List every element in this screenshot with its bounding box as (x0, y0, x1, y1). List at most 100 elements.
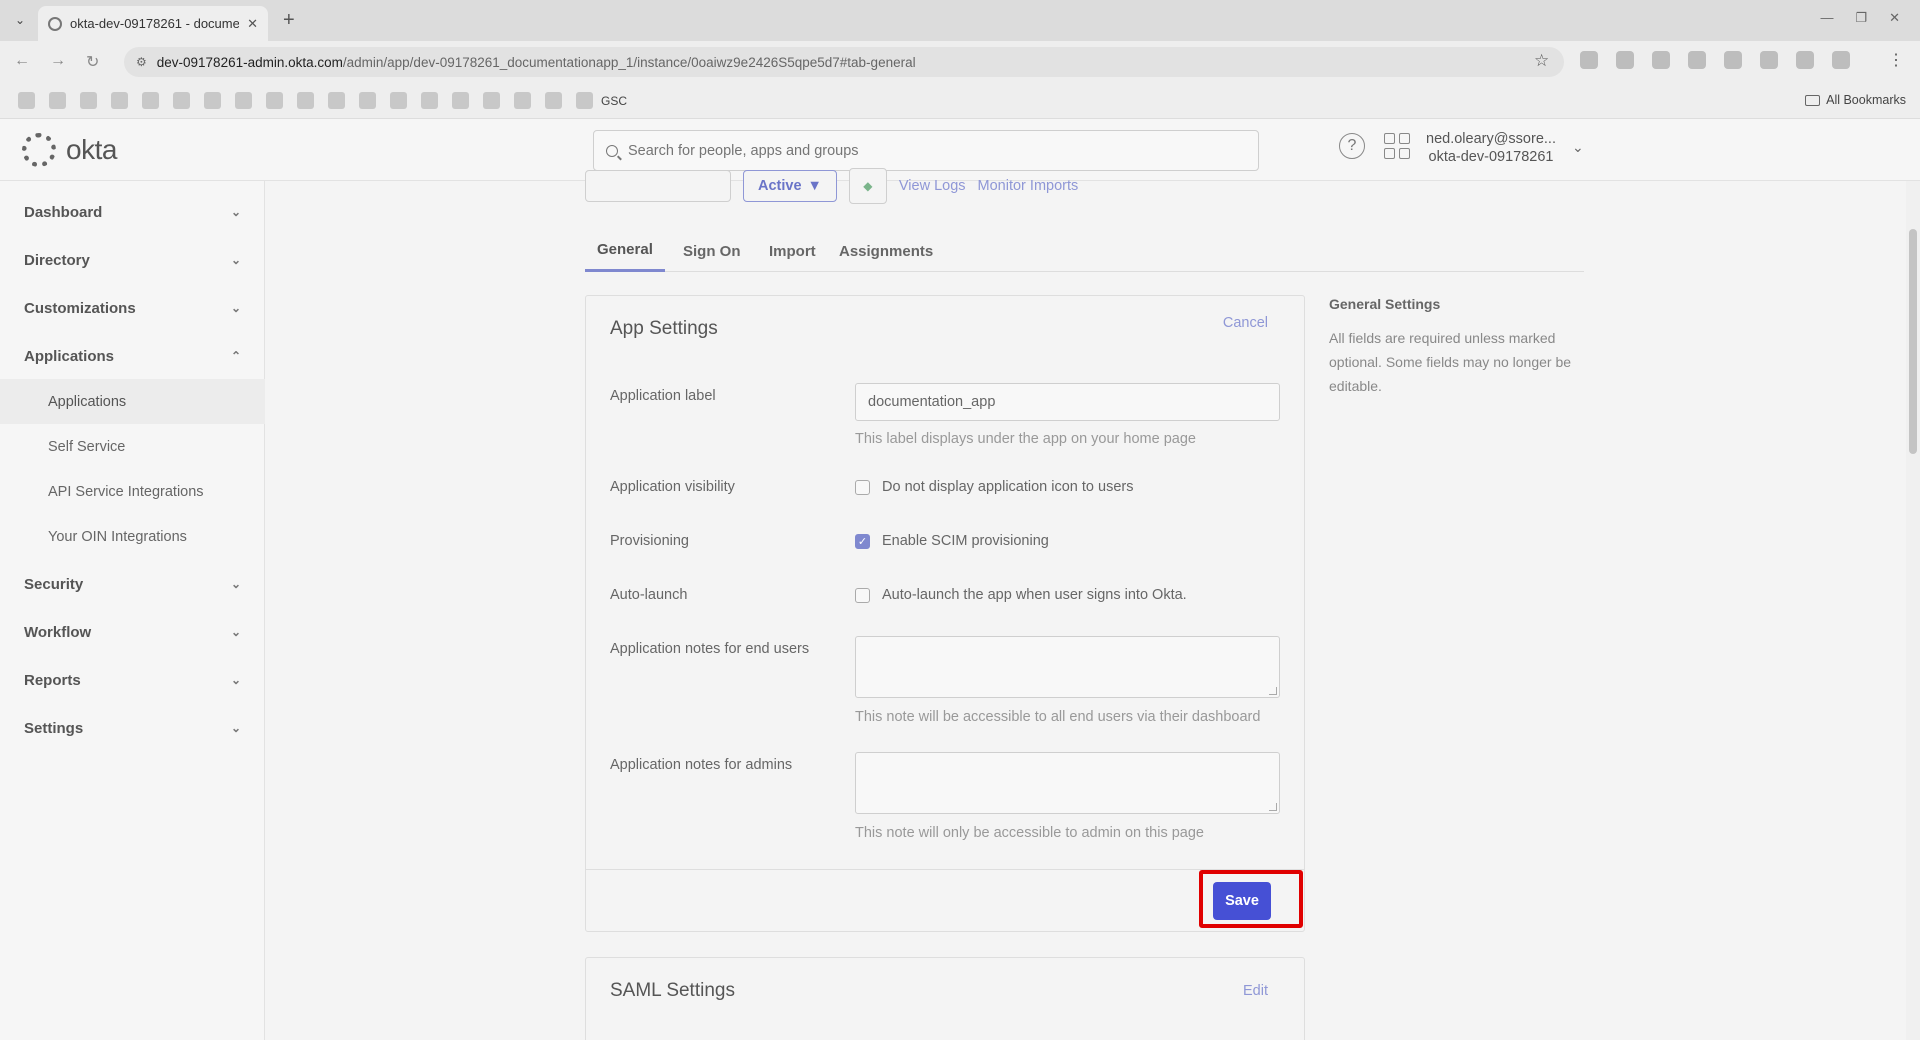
reload-icon[interactable]: ↻ (86, 52, 99, 72)
okta-logo[interactable]: okta (22, 133, 117, 167)
tab-general[interactable]: General (585, 230, 665, 272)
puzzle-icon[interactable] (1760, 51, 1778, 69)
bookmark-icon[interactable] (452, 92, 469, 109)
bookmark-icon[interactable] (173, 92, 190, 109)
help-title: General Settings (1329, 296, 1441, 312)
auto-launch-checkbox-row[interactable]: Auto-launch the app when user signs into… (855, 587, 1187, 603)
bookmark-gsc[interactable]: GSC (601, 94, 627, 108)
scrollbar-thumb[interactable] (1909, 229, 1917, 454)
application-label-hint: This label displays under the app on you… (855, 431, 1196, 447)
auto-launch-checkbox[interactable] (855, 587, 870, 603)
download-icon[interactable] (1796, 51, 1814, 69)
gsc-icon[interactable] (576, 92, 593, 109)
new-tab-icon[interactable]: + (283, 9, 295, 32)
monitor-imports-link[interactable]: Monitor Imports (978, 178, 1079, 194)
bookmark-icon[interactable] (297, 92, 314, 109)
bookmark-icon[interactable] (390, 92, 407, 109)
bookmark-icon[interactable] (204, 92, 221, 109)
gmail-icon[interactable] (328, 92, 345, 109)
provisioning-checkbox-row[interactable]: ✓ Enable SCIM provisioning (855, 533, 1049, 549)
caret-down-icon: ▼ (807, 178, 822, 194)
notes-end-users-label: Application notes for end users (610, 641, 810, 657)
bookmark-icon[interactable] (142, 92, 159, 109)
close-window-icon[interactable]: ✕ (1889, 10, 1900, 26)
bookmark-icon[interactable] (235, 92, 252, 109)
sidebar-item-settings[interactable]: Settings ⌄ (0, 704, 265, 752)
browser-menu-icon[interactable]: ⋮ (1888, 50, 1904, 70)
cancel-link[interactable]: Cancel (1223, 315, 1268, 331)
tab-search-icon[interactable]: ⌄ (10, 10, 30, 30)
help-icon[interactable]: ? (1339, 133, 1365, 159)
application-label-input[interactable]: documentation_app (855, 383, 1280, 421)
view-logs-link[interactable]: View Logs (899, 178, 966, 194)
bookmark-icon[interactable] (80, 92, 97, 109)
all-bookmarks[interactable]: All Bookmarks (1805, 93, 1906, 107)
minimize-icon[interactable]: — (1820, 10, 1833, 26)
search-input[interactable] (628, 142, 1228, 159)
notes-admins-textarea[interactable] (855, 752, 1280, 814)
status-dropdown[interactable]: Active ▼ (743, 170, 837, 202)
notes-end-users-textarea[interactable] (855, 636, 1280, 698)
site-info-icon[interactable]: ⚙ (136, 55, 147, 69)
tab-close-icon[interactable]: ✕ (247, 16, 258, 32)
sidebar-item-security[interactable]: Security ⌄ (0, 560, 265, 608)
sidebar-subitem-api-service-integrations[interactable]: API Service Integrations (0, 469, 265, 514)
provisioning-checkbox[interactable]: ✓ (855, 533, 870, 549)
sidebar-item-dashboard[interactable]: Dashboard ⌄ (0, 188, 265, 236)
user-email: ned.oleary@ssore... (1426, 131, 1556, 147)
sidebar-item-directory[interactable]: Directory ⌄ (0, 236, 265, 284)
back-icon[interactable]: ← (14, 52, 30, 70)
sidebar-subitem-self-service[interactable]: Self Service (0, 424, 265, 469)
github-icon[interactable] (359, 92, 376, 109)
chevron-down-icon[interactable]: ⌄ (1572, 139, 1584, 156)
saml-settings-panel: SAML Settings Edit (585, 957, 1305, 1040)
extension-icon[interactable] (1688, 51, 1706, 69)
extension-icon[interactable] (1652, 51, 1670, 69)
save-button[interactable]: Save (1213, 882, 1271, 920)
bookmark-icon[interactable] (111, 92, 128, 109)
app-switcher-icon[interactable] (1384, 133, 1410, 159)
bookmark-star-icon[interactable]: ☆ (1534, 51, 1549, 71)
chevron-down-icon: ⌄ (230, 577, 241, 591)
sidebar-item-reports[interactable]: Reports ⌄ (0, 656, 265, 704)
browser-tab[interactable]: okta-dev-09178261 - documentationapp ✕ (38, 6, 268, 41)
notes-admins-label: Application notes for admins (610, 757, 793, 773)
edit-link[interactable]: Edit (1243, 983, 1268, 999)
sidebar-item-label: Security (24, 575, 84, 593)
restore-icon[interactable]: ❐ (1855, 10, 1867, 26)
provisioning-label: Provisioning (610, 533, 689, 549)
sidebar-item-customizations[interactable]: Customizations ⌄ (0, 284, 265, 332)
visibility-checkbox[interactable] (855, 479, 870, 495)
tab-sign-on[interactable]: Sign On (671, 230, 753, 272)
sidebar-item-applications[interactable]: Applications ⌃ (0, 332, 265, 380)
auto-launch-label: Auto-launch (610, 587, 688, 603)
bookmark-icon[interactable] (421, 92, 438, 109)
bookmark-icon[interactable] (266, 92, 283, 109)
tab-import[interactable]: Import (757, 230, 828, 272)
url-bar[interactable]: ⚙ dev-09178261-admin.okta.com/admin/app/… (124, 47, 1564, 77)
bookmark-icon[interactable] (49, 92, 66, 109)
app-action-button[interactable] (585, 170, 731, 202)
push-groups-icon[interactable]: ◆ (848, 168, 887, 204)
profile-icon[interactable] (1832, 51, 1850, 69)
all-bookmarks-label: All Bookmarks (1826, 93, 1906, 107)
user-menu[interactable]: ned.oleary@ssore... okta-dev-09178261 (1426, 130, 1556, 166)
bookmark-icon[interactable] (514, 92, 531, 109)
okta-logo-icon (22, 133, 56, 167)
extension-icons (1580, 51, 1850, 69)
bookmark-icon[interactable] (483, 92, 500, 109)
global-search[interactable] (593, 130, 1259, 171)
extension-icon[interactable] (1616, 51, 1634, 69)
extension-icon[interactable] (1724, 51, 1742, 69)
notion-icon[interactable] (545, 92, 562, 109)
visibility-checkbox-row[interactable]: Do not display application icon to users (855, 479, 1133, 495)
tab-assignments[interactable]: Assignments (827, 230, 945, 272)
apps-grid-icon[interactable] (18, 92, 35, 109)
sidebar-subitem-oin-integrations[interactable]: Your OIN Integrations (0, 514, 265, 559)
sidebar-subitem-applications[interactable]: Applications (0, 379, 265, 424)
forward-icon[interactable]: → (50, 52, 66, 70)
tab-favicon-icon (48, 16, 62, 31)
sidebar-item-workflow[interactable]: Workflow ⌄ (0, 608, 265, 656)
extension-icon[interactable] (1580, 51, 1598, 69)
window-controls: — ❐ ✕ (1820, 10, 1900, 26)
